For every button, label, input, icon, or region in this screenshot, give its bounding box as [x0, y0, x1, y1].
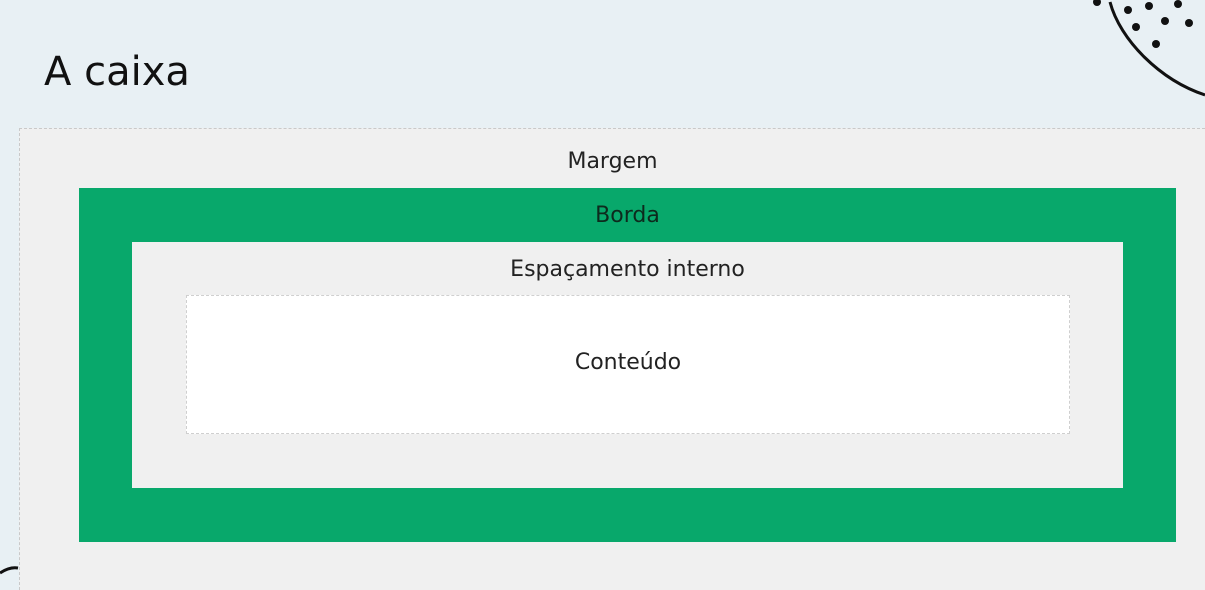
padding-box: Espaçamento interno Conteúdo [132, 242, 1123, 488]
border-box: Borda Espaçamento interno Conteúdo [79, 188, 1176, 542]
slide-title: A caixa [44, 49, 190, 95]
content-box: Conteúdo [186, 295, 1070, 434]
decorative-dotted-circle-icon [1093, 0, 1205, 97]
padding-label: Espaçamento interno [510, 257, 745, 282]
border-label: Borda [595, 203, 660, 228]
margin-label: Margem [567, 149, 658, 174]
content-label: Conteúdo [574, 350, 682, 375]
margin-box: Margem Borda Espaçamento interno Conteúd… [19, 128, 1205, 590]
